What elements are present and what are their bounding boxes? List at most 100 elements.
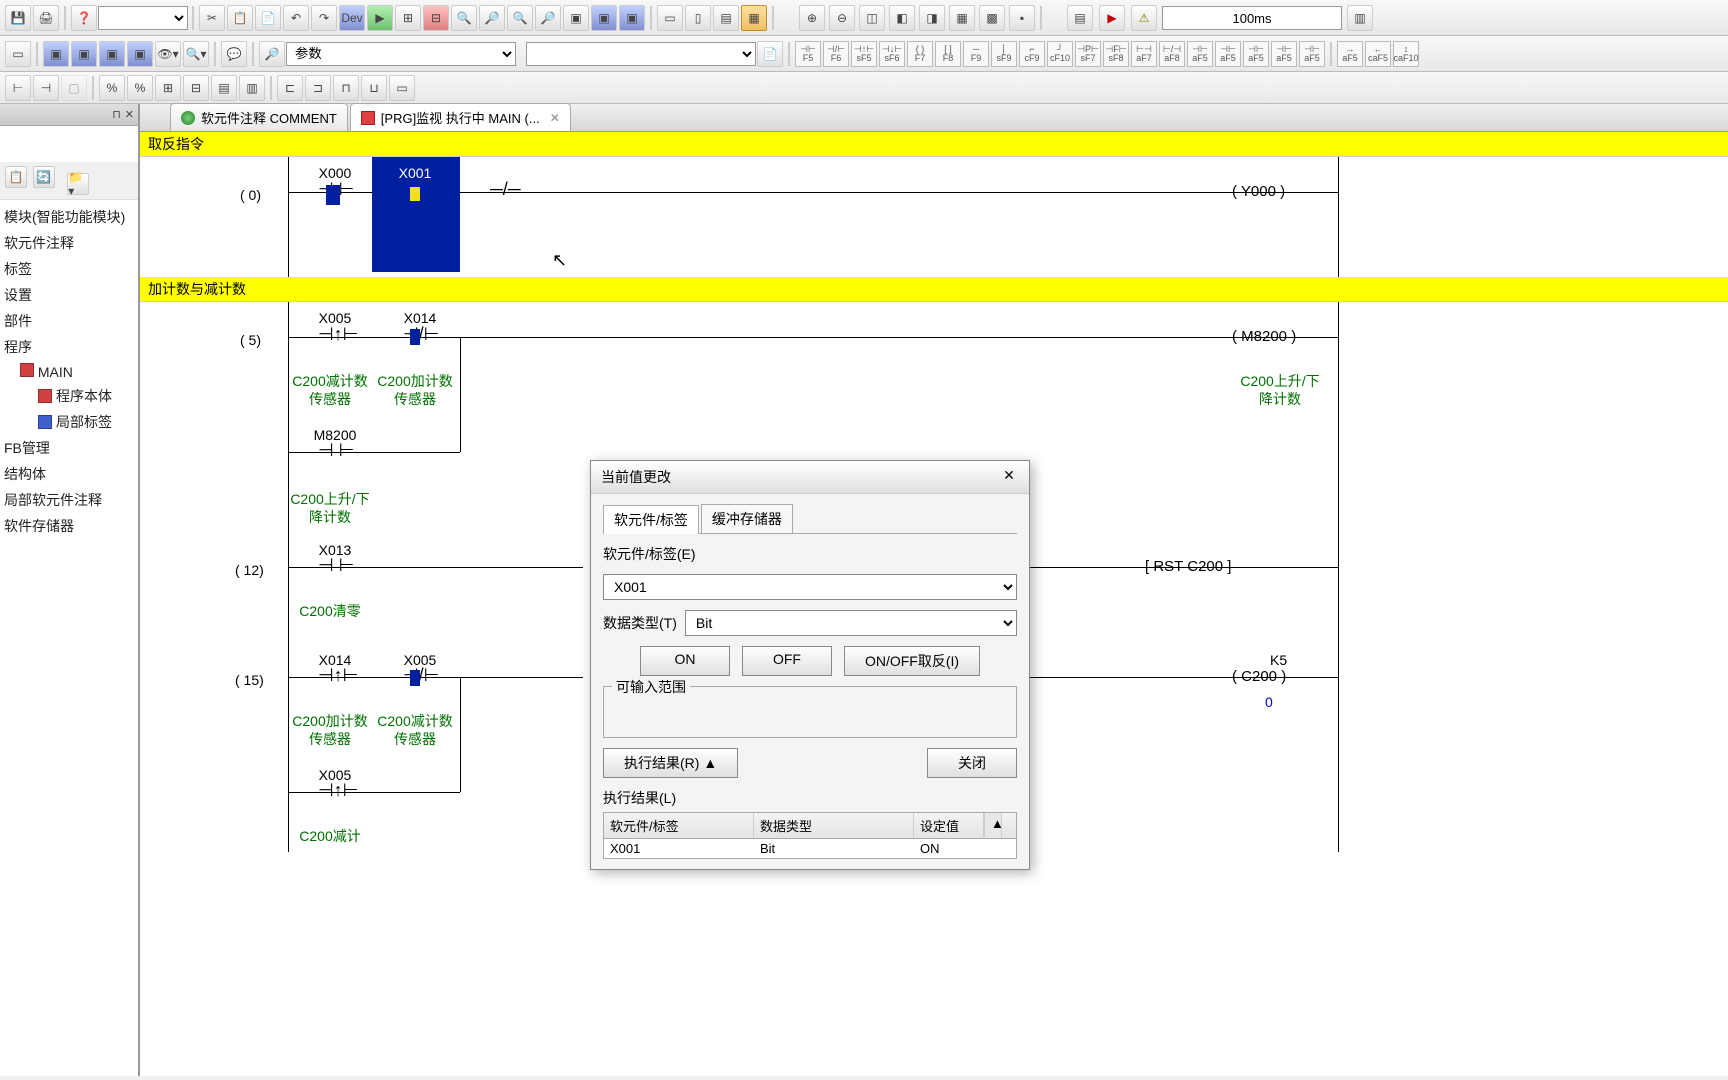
tb2-b2-icon[interactable]: ▣	[43, 41, 69, 67]
rst-inst[interactable]: [ RST C200 ]	[1145, 558, 1231, 575]
tb3-b3-icon[interactable]: ▢	[61, 75, 87, 101]
fkey-caf5-1[interactable]: ⊣⊢aF5	[1187, 41, 1213, 67]
fkey-sf7[interactable]: ⊣P⊢sF7	[1075, 41, 1101, 67]
tb3-b8-icon[interactable]: ▤	[211, 75, 237, 101]
m8200-coil[interactable]: ( M8200 )	[1232, 328, 1296, 345]
result-toggle-button[interactable]: 执行结果(R) ▲	[603, 748, 738, 778]
tb2-b9-icon[interactable]: 📄	[757, 41, 783, 67]
tb3-b11-icon[interactable]: ⊐	[305, 75, 331, 101]
x005c-contact[interactable]: ⊣↑⊢	[318, 780, 358, 801]
fkey-caf5-2[interactable]: ⊣⊢aF5	[1215, 41, 1241, 67]
close-icon[interactable]: ✕	[125, 108, 134, 121]
tb-paste-icon[interactable]: 📄	[255, 5, 281, 31]
tb2-b5-icon[interactable]: ▣	[127, 41, 153, 67]
tb-zoom5-icon[interactable]: ◨	[919, 5, 945, 31]
fkey-af8[interactable]: ⊢/⊣aF8	[1159, 41, 1185, 67]
tb-dev4-icon[interactable]: ⊟	[423, 5, 449, 31]
tb3-b12-icon[interactable]: ⊓	[333, 75, 359, 101]
pin-icon[interactable]: ⊓	[112, 108, 121, 121]
tb-zoom4-icon[interactable]: ◧	[889, 5, 915, 31]
tree-item-storage[interactable]: 软件存储器	[2, 513, 136, 539]
tb-search2-icon[interactable]: 🔎	[479, 5, 505, 31]
tree-item-comment[interactable]: 软元件注释	[2, 230, 136, 256]
side-tb1-icon[interactable]: 📋	[5, 166, 27, 188]
tb3-b4-icon[interactable]: %	[99, 75, 125, 101]
dialog-tab-buffer[interactable]: 缓冲存储器	[701, 504, 793, 533]
tb-search1-icon[interactable]: 🔍	[451, 5, 477, 31]
tree-item-lcomment[interactable]: 局部软元件注释	[2, 487, 136, 513]
off-button[interactable]: OFF	[742, 646, 832, 676]
tab-comment[interactable]: 软元件注释 COMMENT	[170, 103, 348, 131]
tree-item-fb[interactable]: FB管理	[2, 435, 136, 461]
tree-item-body[interactable]: 程序本体	[2, 383, 136, 409]
tb-copy-icon[interactable]: 📋	[227, 5, 253, 31]
tb-sim1-icon[interactable]: ▤	[1067, 5, 1093, 31]
tab-close-icon[interactable]: ✕	[550, 111, 560, 125]
tb-dev5-icon[interactable]: ▣	[563, 5, 589, 31]
tb2-b1-icon[interactable]: ▭	[5, 41, 31, 67]
x005b-contact[interactable]: ⊣/⊢	[403, 665, 439, 686]
dialog-close-icon[interactable]: ✕	[999, 467, 1019, 487]
tb3-b9-icon[interactable]: ▥	[239, 75, 265, 101]
x005-contact[interactable]: ⊣↑⊢	[318, 324, 358, 345]
tb2-b3-icon[interactable]: ▣	[71, 41, 97, 67]
dialog-tab-device[interactable]: 软元件/标签	[603, 505, 699, 534]
x014-contact[interactable]: ⊣/⊢	[403, 324, 439, 345]
dialog-titlebar[interactable]: 当前值更改 ✕	[591, 461, 1029, 494]
tb2-combo-2[interactable]	[526, 42, 756, 66]
tb3-b14-icon[interactable]: ▭	[389, 75, 415, 101]
tree-item-program[interactable]: 程序	[2, 334, 136, 360]
fkey-f6[interactable]: ⊣/⊢F6	[823, 41, 849, 67]
tb-zoom6-icon[interactable]: ▦	[949, 5, 975, 31]
tb2-combo-param[interactable]: 参数	[286, 42, 516, 66]
x014b-contact[interactable]: ⊣↑⊢	[318, 665, 358, 686]
tb-print-icon[interactable]: 🖨	[33, 5, 59, 31]
fkey-cf10[interactable]: ┘cF10	[1047, 41, 1073, 67]
tb-dev3-icon[interactable]: ⊞	[395, 5, 421, 31]
type-select[interactable]: Bit	[685, 610, 1017, 636]
tb3-b5-icon[interactable]: %	[127, 75, 153, 101]
tb-play-icon[interactable]: ▶	[1099, 5, 1125, 31]
tb-dev1-icon[interactable]: Dev	[339, 5, 365, 31]
tree-item-module[interactable]: 模块(智能功能模块)	[2, 204, 136, 230]
tb-zoom8-icon[interactable]: ▪	[1009, 5, 1035, 31]
tree-item-setting[interactable]: 设置	[2, 282, 136, 308]
tree-item-main[interactable]: MAIN	[2, 360, 136, 383]
fkey-af5-b[interactable]: →aF5	[1337, 41, 1363, 67]
tb-win2-icon[interactable]: ▯	[685, 5, 711, 31]
tab-prg-main[interactable]: [PRG]监视 执行中 MAIN (... ✕	[350, 103, 571, 131]
close-button[interactable]: 关闭	[927, 748, 1017, 778]
fkey-caf10-b[interactable]: ↕caF10	[1393, 41, 1419, 67]
tb3-b6-icon[interactable]: ⊞	[155, 75, 181, 101]
toggle-button[interactable]: ON/OFF取反(I)	[844, 646, 980, 676]
fkey-caf5-b[interactable]: ←caF5	[1365, 41, 1391, 67]
fkey-caf7[interactable]: ⊣⊢aF5	[1271, 41, 1297, 67]
c200-coil[interactable]: ( C200 )	[1232, 668, 1286, 685]
tb-combo-1[interactable]	[98, 6, 188, 30]
on-button[interactable]: ON	[640, 646, 730, 676]
tb-search4-icon[interactable]: 🔎	[535, 5, 561, 31]
scroll-up-icon[interactable]: ▲	[984, 813, 1002, 838]
tb3-b13-icon[interactable]: ⊔	[361, 75, 387, 101]
tb2-b4-icon[interactable]: ▣	[99, 41, 125, 67]
tb2-b8-icon[interactable]: 💬	[221, 41, 247, 67]
device-select[interactable]: X001	[603, 574, 1017, 600]
x013-contact[interactable]: ⊣ ⊢	[318, 555, 354, 576]
y000-coil[interactable]: ( Y000 )	[1232, 183, 1285, 200]
fkey-af7[interactable]: ⊢⊣aF7	[1131, 41, 1157, 67]
tb-cut-icon[interactable]: ✂	[199, 5, 225, 31]
tb-help-icon[interactable]: ❓	[71, 5, 97, 31]
tb-save-icon[interactable]: 💾	[5, 5, 31, 31]
tb-undo-icon[interactable]: ↶	[283, 5, 309, 31]
tb-warn-icon[interactable]: ⚠	[1131, 5, 1157, 31]
tb2-find-icon[interactable]: 🔎	[259, 41, 285, 67]
fkey-caf6[interactable]: ⊣⊢aF5	[1243, 41, 1269, 67]
tb2-b6-icon[interactable]: 👁▾	[155, 41, 181, 67]
tree-item-label[interactable]: 标签	[2, 256, 136, 282]
fkey-sf5[interactable]: ⊣↑⊢sF5	[851, 41, 877, 67]
tb-dev7-icon[interactable]: ▣	[619, 5, 645, 31]
fkey-cf9[interactable]: ⌐cF9	[1019, 41, 1045, 67]
tb-search3-icon[interactable]: 🔍	[507, 5, 533, 31]
fkey-sf9[interactable]: │sF9	[991, 41, 1017, 67]
tree-item-parts[interactable]: 部件	[2, 308, 136, 334]
